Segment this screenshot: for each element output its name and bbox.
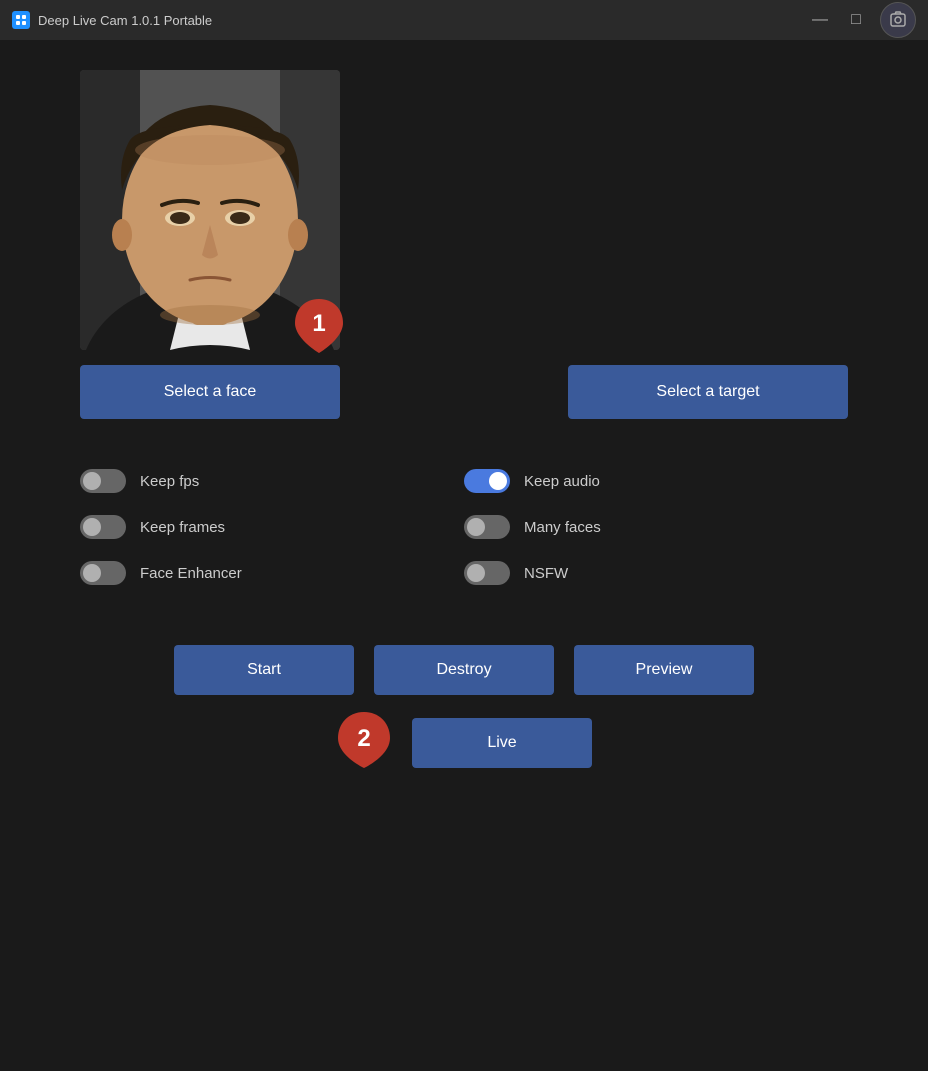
select-face-button[interactable]: Select a face [80, 365, 340, 419]
face-enhancer-label: Face Enhancer [140, 565, 242, 582]
main-content: 1 Select a face Select a target Keep fps [0, 40, 928, 805]
toggles-left: Keep fps Keep frames Face Enhancer [80, 469, 464, 585]
preview-button[interactable]: Preview [574, 645, 754, 695]
keep-frames-label: Keep frames [140, 519, 225, 536]
keep-fps-toggle[interactable] [80, 469, 126, 493]
keep-fps-row: Keep fps [80, 469, 464, 493]
live-row: 2 Live [80, 710, 848, 775]
toggles-section: Keep fps Keep frames Face Enhancer [80, 469, 848, 585]
face-enhancer-row: Face Enhancer [80, 561, 464, 585]
toggles-right: Keep audio Many faces NSFW [464, 469, 848, 585]
face-enhancer-toggle[interactable] [80, 561, 126, 585]
action-buttons: Start Destroy Preview [80, 645, 848, 695]
target-preview-empty [568, 70, 848, 350]
destroy-button[interactable]: Destroy [374, 645, 554, 695]
svg-text:1: 1 [312, 310, 325, 337]
maximize-button[interactable]: □ [844, 8, 868, 32]
face-section: 1 Select a face [80, 70, 340, 419]
window-controls: — □ [808, 2, 916, 38]
nsfw-label: NSFW [524, 565, 568, 582]
many-faces-toggle[interactable] [464, 515, 510, 539]
live-button[interactable]: Live [412, 718, 592, 768]
keep-audio-row: Keep audio [464, 469, 848, 493]
nsfw-row: NSFW [464, 561, 848, 585]
face-preview-container: 1 [80, 70, 340, 350]
svg-text:2: 2 [357, 725, 370, 752]
window-title: Deep Live Cam 1.0.1 Portable [38, 13, 800, 28]
keep-frames-toggle[interactable] [80, 515, 126, 539]
many-faces-row: Many faces [464, 515, 848, 539]
keep-audio-label: Keep audio [524, 473, 600, 490]
target-section: Select a target [568, 70, 848, 419]
live-badge-container: 2 [336, 710, 392, 775]
minimize-button[interactable]: — [808, 8, 832, 32]
many-faces-label: Many faces [524, 519, 601, 536]
start-button[interactable]: Start [174, 645, 354, 695]
nsfw-toggle[interactable] [464, 561, 510, 585]
live-badge: 2 [336, 710, 392, 770]
keep-fps-label: Keep fps [140, 473, 199, 490]
select-target-button[interactable]: Select a target [568, 365, 848, 419]
screenshot-button[interactable] [880, 2, 916, 38]
app-icon [12, 11, 30, 29]
title-bar: Deep Live Cam 1.0.1 Portable — □ [0, 0, 928, 40]
keep-frames-row: Keep frames [80, 515, 464, 539]
keep-audio-toggle[interactable] [464, 469, 510, 493]
face-count-badge: 1 [293, 297, 345, 360]
